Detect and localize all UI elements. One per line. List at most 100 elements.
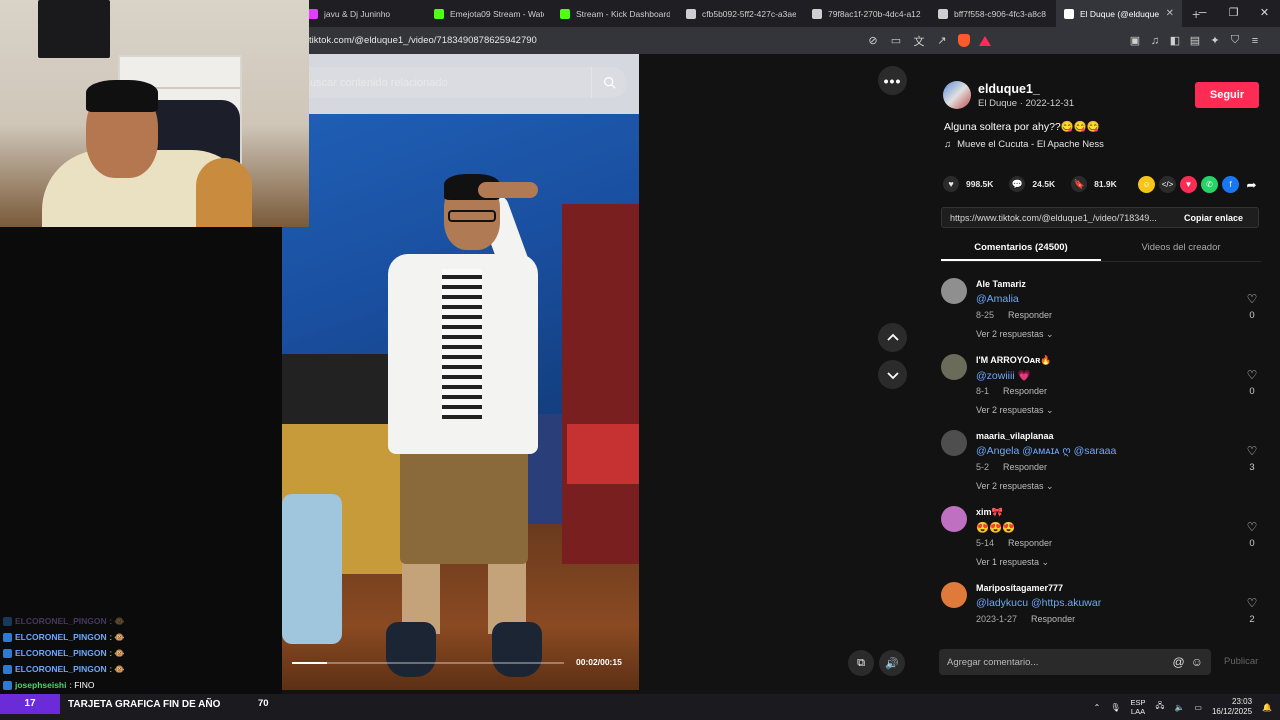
- no-video-icon[interactable]: ⊘: [866, 34, 880, 47]
- restore-icon[interactable]: ❐: [1218, 0, 1249, 27]
- tab-comments[interactable]: Comentarios (24500): [941, 238, 1101, 261]
- commenter-name[interactable]: maaria_vilaplanaa: [976, 431, 1054, 441]
- share-icon[interactable]: ↗: [935, 34, 949, 47]
- screen-icon[interactable]: ▭: [889, 34, 903, 47]
- commenter-avatar[interactable]: [941, 430, 967, 456]
- add-comment-field[interactable]: Agregar comentario... @ ☺: [939, 649, 1211, 675]
- view-replies-button[interactable]: Ver 1 respuesta ⌄: [976, 557, 1049, 568]
- brave-shield-icon[interactable]: [958, 34, 970, 47]
- commenter-name[interactable]: xim🎀: [976, 507, 1003, 518]
- commenter-avatar[interactable]: [941, 278, 967, 304]
- minimize-icon[interactable]: ─: [1187, 0, 1218, 27]
- like-stat[interactable]: ♥ 998.5K: [943, 176, 993, 192]
- notification-icon[interactable]: 🔔: [1262, 703, 1272, 712]
- browser-tab[interactable]: 79f8ac1f-270b-4dc4-a12: [804, 0, 930, 27]
- like-heart-icon[interactable]: ♡: [1245, 292, 1259, 306]
- commenter-avatar[interactable]: [941, 582, 967, 608]
- browser-tab-label: Emejota09 Stream - Watch: [450, 8, 544, 19]
- system-clock[interactable]: 23:03 16/12/2025: [1212, 697, 1252, 717]
- tab-close-icon[interactable]: ✕: [1166, 8, 1174, 19]
- menu-icon[interactable]: ≡: [1248, 35, 1262, 47]
- comment-date: 8-1: [976, 386, 990, 396]
- sidebar-icon[interactable]: ▣: [1128, 34, 1142, 47]
- browser-tab[interactable]: El Duque (@elduque ✕: [1056, 0, 1182, 27]
- microphone-icon[interactable]: 🎙: [1110, 703, 1120, 712]
- language-indicator[interactable]: ESP LAA: [1131, 698, 1146, 716]
- commenter-avatar[interactable]: [941, 506, 967, 532]
- volume-button[interactable]: 🔊: [879, 650, 905, 676]
- more-options-button[interactable]: •••: [878, 66, 907, 95]
- commenter-name[interactable]: Ale Tamariz: [976, 279, 1026, 289]
- url-field[interactable]: tiktok.com/@elduque1_/video/718349087862…: [309, 35, 537, 46]
- chat-username[interactable]: ELCORONEL_PINGON: [15, 616, 107, 626]
- copy-link-button[interactable]: Copiar enlace: [1178, 213, 1243, 223]
- view-replies-button[interactable]: Ver 2 respuestas ⌄: [976, 329, 1054, 340]
- share-link-url[interactable]: https://www.tiktok.com/@elduque1_/video/…: [942, 213, 1178, 223]
- browser-tab[interactable]: cfb5b092-5ff2-427c-a3ae: [678, 0, 804, 27]
- music-link[interactable]: ♫ Mueve el Cucuta - El Apache Ness: [944, 139, 1104, 150]
- browser-tab[interactable]: bff7f558-c906-4fc3-a8c8: [930, 0, 1056, 27]
- send-icon[interactable]: ▼: [1180, 176, 1197, 193]
- search-input[interactable]: uscar contenido relacionado: [310, 77, 448, 89]
- tab-creator-videos[interactable]: Videos del creador: [1101, 238, 1261, 261]
- commenter-name[interactable]: I'M ARROYOᴀʀ🔥: [976, 355, 1052, 366]
- close-window-icon[interactable]: ✕: [1249, 0, 1280, 27]
- chat-username[interactable]: ELCORONEL_PINGON: [15, 648, 107, 658]
- translate-icon[interactable]: 文: [912, 33, 926, 49]
- vpn-icon[interactable]: ⛉: [1228, 34, 1242, 47]
- speaker-icon[interactable]: 🔈: [1174, 703, 1184, 712]
- brave-rewards-icon[interactable]: [979, 35, 991, 46]
- browser-tab[interactable]: javu & Dj Juninho: [300, 0, 426, 27]
- video-scene-dresser: [562, 204, 639, 564]
- search-bar[interactable]: uscar contenido relacionado: [309, 67, 627, 98]
- view-replies-button[interactable]: Ver 2 respuestas ⌄: [976, 481, 1054, 492]
- mention-icon[interactable]: @: [1173, 655, 1185, 669]
- friends-share-icon[interactable]: ☺: [1138, 176, 1155, 193]
- video-person-hand: [478, 182, 538, 198]
- like-heart-icon[interactable]: ♡: [1245, 368, 1259, 382]
- music-icon[interactable]: ♫: [1148, 35, 1162, 47]
- share-arrow-icon[interactable]: ➦: [1243, 176, 1260, 193]
- comment-date: 5-2: [976, 462, 990, 472]
- reply-button[interactable]: Responder: [1031, 614, 1075, 624]
- network-icon[interactable]: 🖧: [1156, 700, 1165, 714]
- chat-username[interactable]: ELCORONEL_PINGON: [15, 632, 107, 642]
- chat-username[interactable]: ELCORONEL_PINGON: [15, 664, 107, 674]
- previous-video-button[interactable]: [878, 323, 907, 352]
- view-replies-button[interactable]: Ver 2 respuestas ⌄: [976, 405, 1054, 416]
- video-progress-bar[interactable]: [292, 662, 564, 664]
- like-heart-icon[interactable]: ♡: [1245, 596, 1259, 610]
- add-comment-input[interactable]: Agregar comentario...: [947, 657, 1038, 668]
- follow-button[interactable]: Seguir: [1195, 82, 1259, 108]
- video-player[interactable]: [282, 54, 639, 690]
- facebook-icon[interactable]: f: [1222, 176, 1239, 193]
- reply-button[interactable]: Responder: [1003, 386, 1047, 396]
- browser-tab[interactable]: Stream - Kick Dashboard: [552, 0, 678, 27]
- pip-button[interactable]: ⧉: [848, 650, 874, 676]
- save-stat[interactable]: 🔖 81.9K: [1071, 176, 1117, 192]
- browser-tab[interactable]: Emejota09 Stream - Watch: [426, 0, 552, 27]
- panel-icon[interactable]: ◧: [1168, 34, 1182, 47]
- comment-stat[interactable]: 💬 24.5K: [1009, 176, 1055, 192]
- search-icon[interactable]: [591, 67, 627, 98]
- publish-button[interactable]: Publicar: [1224, 656, 1258, 667]
- tray-chevron-up-icon[interactable]: ⌃: [1094, 703, 1101, 712]
- chat-username[interactable]: josephseishi: [15, 680, 67, 690]
- embed-icon[interactable]: </>: [1159, 176, 1176, 193]
- emoji-icon[interactable]: ☺: [1191, 655, 1203, 669]
- ai-icon[interactable]: ✦: [1208, 34, 1222, 47]
- next-video-button[interactable]: [878, 360, 907, 389]
- author-username[interactable]: elduque1_: [978, 82, 1040, 96]
- like-heart-icon[interactable]: ♡: [1245, 520, 1259, 534]
- music-title: Mueve el Cucuta - El Apache Ness: [957, 139, 1104, 150]
- wallet-icon[interactable]: ▤: [1188, 34, 1202, 47]
- commenter-name[interactable]: Mariposítagamer777: [976, 583, 1063, 593]
- whatsapp-icon[interactable]: ✆: [1201, 176, 1218, 193]
- author-avatar[interactable]: [943, 81, 971, 109]
- like-heart-icon[interactable]: ♡: [1245, 444, 1259, 458]
- reply-button[interactable]: Responder: [1008, 538, 1052, 548]
- battery-icon[interactable]: ▭: [1194, 703, 1202, 712]
- reply-button[interactable]: Responder: [1003, 462, 1047, 472]
- commenter-avatar[interactable]: [941, 354, 967, 380]
- reply-button[interactable]: Responder: [1008, 310, 1052, 320]
